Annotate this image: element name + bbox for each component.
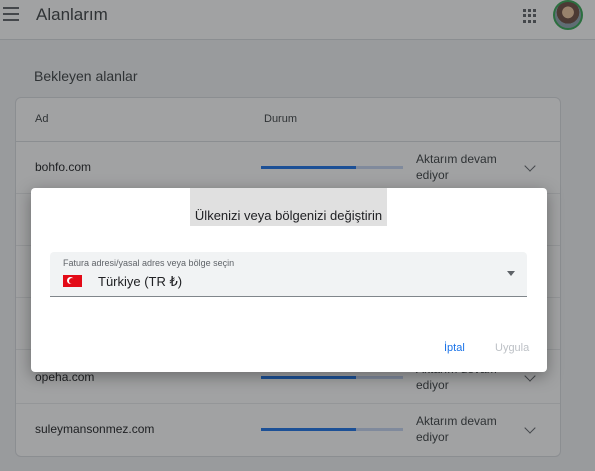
dialog-title: Ülkenizi veya bölgenizi değiştirin xyxy=(190,188,387,226)
country-select[interactable]: Fatura adresi/yasal adres veya bölge seç… xyxy=(50,252,527,297)
dropdown-arrow-icon[interactable] xyxy=(507,271,515,276)
country-select-value: Türkiye (TR ₺) xyxy=(98,274,183,289)
change-country-dialog: Ülkenizi veya bölgenizi değiştirin Fatur… xyxy=(31,188,547,372)
turkey-flag-icon xyxy=(63,275,82,287)
cancel-button[interactable]: İptal xyxy=(444,342,465,354)
apply-button[interactable]: Uygula xyxy=(495,342,529,354)
dialog-title-text: Ülkenizi veya bölgenizi değiştirin xyxy=(194,208,383,223)
country-select-label: Fatura adresi/yasal adres veya bölge seç… xyxy=(63,258,235,268)
